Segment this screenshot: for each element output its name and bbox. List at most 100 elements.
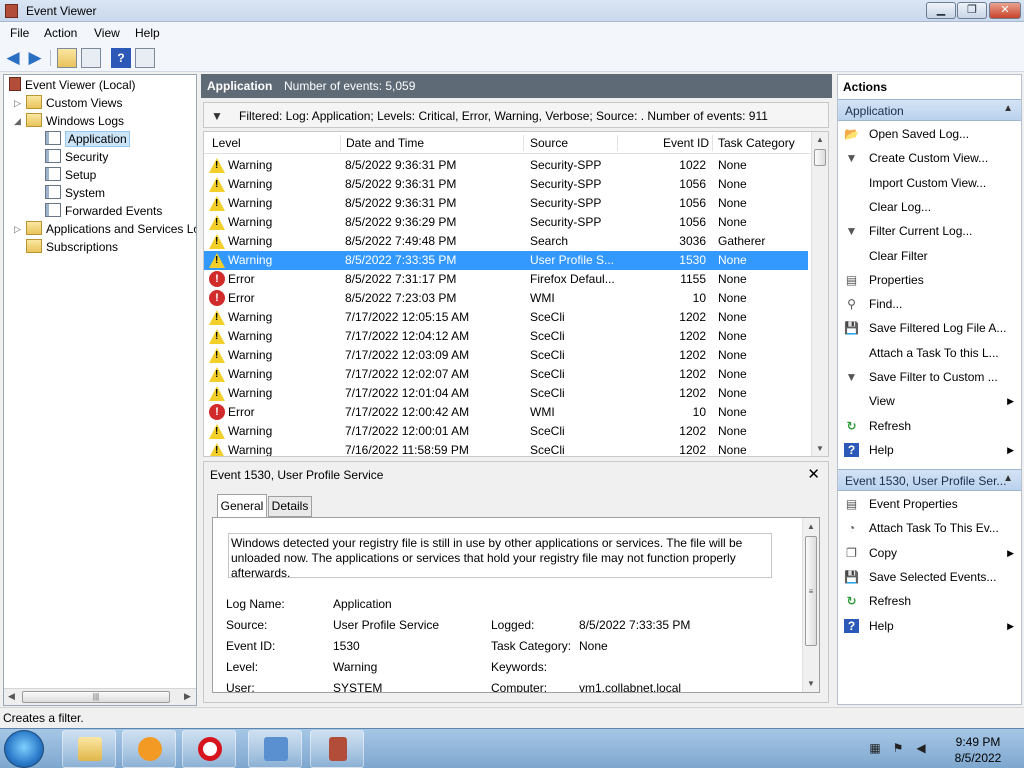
action-help[interactable]: ? Help ▶ bbox=[838, 438, 1021, 462]
column-source[interactable]: Source bbox=[530, 136, 568, 150]
menu-help[interactable]: Help bbox=[135, 26, 160, 40]
scroll-up-icon[interactable]: ▲ bbox=[807, 522, 815, 531]
show-hide-tree-icon[interactable] bbox=[81, 48, 101, 68]
close-icon[interactable]: ✕ bbox=[807, 465, 820, 483]
tree-item-setup[interactable]: Setup bbox=[45, 166, 96, 184]
detail-vertical-scrollbar[interactable]: ▲ ≡ ▼ bbox=[802, 518, 819, 692]
expand-arrow-icon[interactable]: ▷ bbox=[14, 94, 21, 112]
network-tray-icon[interactable]: ▦ bbox=[868, 741, 882, 755]
taskbar-explorer[interactable] bbox=[62, 730, 116, 768]
table-row[interactable]: Warning 8/5/2022 9:36:31 PM Security-SPP 10… bbox=[204, 175, 808, 194]
scroll-down-icon[interactable]: ▼ bbox=[816, 444, 824, 453]
taskbar-opera[interactable] bbox=[182, 730, 236, 768]
table-row[interactable]: Warning 7/17/2022 12:03:09 AM SceCli 1202 No… bbox=[204, 346, 808, 365]
show-hide-actions-icon[interactable] bbox=[135, 48, 155, 68]
cell-event-id: 3036 bbox=[679, 234, 706, 248]
cell-level: Warning bbox=[228, 367, 273, 381]
tree-horizontal-scrollbar[interactable]: ◀ ||| ▶ bbox=[4, 688, 196, 705]
table-row[interactable]: Warning 8/5/2022 9:36:29 PM Security-SPP 10… bbox=[204, 213, 808, 232]
column-level[interactable]: Level bbox=[212, 136, 241, 150]
table-row[interactable]: Warning 7/17/2022 12:04:12 AM SceCli 1202 No… bbox=[204, 327, 808, 346]
table-row[interactable]: ! Error 8/5/2022 7:31:17 PM Firefox Defaul.… bbox=[204, 270, 808, 289]
column-task-category[interactable]: Task Category bbox=[718, 136, 795, 150]
action-refresh[interactable]: ↻ Refresh bbox=[838, 414, 1021, 438]
minimize-button[interactable]: ▁ bbox=[926, 2, 956, 19]
action-open-saved-log[interactable]: 📂 Open Saved Log... bbox=[838, 122, 1021, 146]
expand-arrow-icon[interactable]: ▷ bbox=[14, 220, 21, 238]
collapse-caret-icon[interactable]: ▲ bbox=[1003, 473, 1013, 484]
action-save-filter-to-custom[interactable]: ▼ Save Filter to Custom ... bbox=[838, 365, 1021, 389]
tree-item-applications-and-services[interactable]: ▷ Applications and Services Lo bbox=[14, 220, 196, 238]
maximize-button[interactable]: ❐ bbox=[957, 2, 987, 19]
action-refresh[interactable]: ↻ Refresh bbox=[838, 589, 1021, 613]
menu-view[interactable]: View bbox=[94, 26, 120, 40]
back-arrow-icon[interactable]: ◀ bbox=[3, 48, 23, 68]
action-clear-filter[interactable]: Clear Filter bbox=[838, 244, 1021, 268]
scroll-up-icon[interactable]: ▲ bbox=[816, 135, 824, 144]
table-row[interactable]: Warning 8/5/2022 7:33:35 PM User Profile S… bbox=[204, 251, 808, 270]
action-save-filtered-log-file-a[interactable]: 💾 Save Filtered Log File A... bbox=[838, 316, 1021, 340]
action-filter-current-log[interactable]: ▼ Filter Current Log... bbox=[838, 219, 1021, 243]
scroll-thumb[interactable]: ≡ bbox=[805, 536, 817, 646]
tree-item-application[interactable]: Application bbox=[45, 130, 130, 148]
table-row[interactable]: Warning 7/17/2022 12:05:15 AM SceCli 1202 No… bbox=[204, 308, 808, 327]
help-icon[interactable]: ? bbox=[111, 48, 131, 68]
taskbar-clock[interactable]: 9:49 PM 8/5/2022 bbox=[938, 734, 1018, 766]
action-save-selected-events[interactable]: 💾 Save Selected Events... bbox=[838, 565, 1021, 589]
action-attach-task-to-this-ev[interactable]: ◔ Attach Task To This Ev... bbox=[838, 516, 1021, 540]
scroll-right-icon[interactable]: ▶ bbox=[184, 691, 191, 702]
action-event-properties[interactable]: ▤ Event Properties bbox=[838, 492, 1021, 516]
table-row[interactable]: Warning 7/16/2022 11:58:59 PM SceCli 1202 No… bbox=[204, 441, 808, 456]
tab-details[interactable]: Details bbox=[268, 496, 312, 517]
scroll-thumb[interactable] bbox=[814, 149, 826, 166]
taskbar-media-player[interactable] bbox=[122, 730, 176, 768]
table-row[interactable]: ! Error 7/17/2022 12:00:42 AM WMI 10 None bbox=[204, 403, 808, 422]
tree-item-forwarded-events[interactable]: Forwarded Events bbox=[45, 202, 162, 220]
scroll-down-icon[interactable]: ▼ bbox=[807, 679, 815, 688]
action-import-custom-view[interactable]: Import Custom View... bbox=[838, 171, 1021, 195]
table-row[interactable]: ! Error 8/5/2022 7:23:03 PM WMI 10 None bbox=[204, 289, 808, 308]
scroll-left-icon[interactable]: ◀ bbox=[8, 691, 15, 702]
column-event-id[interactable]: Event ID bbox=[663, 136, 709, 150]
taskbar-network[interactable] bbox=[248, 730, 302, 768]
tree-item-system[interactable]: System bbox=[45, 184, 105, 202]
tab-general[interactable]: General bbox=[217, 494, 267, 518]
tree-item-windows-logs[interactable]: ◢ Windows Logs bbox=[14, 112, 124, 130]
action-properties[interactable]: ▤ Properties bbox=[838, 268, 1021, 292]
collapse-arrow-icon[interactable]: ◢ bbox=[14, 112, 21, 130]
action-find[interactable]: ⚲ Find... bbox=[838, 292, 1021, 316]
start-button[interactable] bbox=[4, 730, 44, 768]
volume-icon[interactable]: ◀ bbox=[914, 741, 928, 755]
action-create-custom-view[interactable]: ▼ Create Custom View... bbox=[838, 146, 1021, 170]
menu-bar: File Action View Help bbox=[0, 22, 1024, 44]
menu-action[interactable]: Action bbox=[44, 26, 77, 40]
taskbar-event-viewer[interactable] bbox=[310, 730, 364, 768]
action-help[interactable]: ? Help ▶ bbox=[838, 614, 1021, 638]
up-folder-icon[interactable] bbox=[57, 48, 77, 68]
tree-item-security[interactable]: Security bbox=[45, 148, 108, 166]
actions-section-application[interactable]: Application ▲ bbox=[838, 99, 1021, 121]
event-list-vertical-scrollbar[interactable]: ▲ ▼ bbox=[811, 132, 828, 456]
tree-item-custom-views[interactable]: ▷ Custom Views bbox=[14, 94, 122, 112]
table-row[interactable]: Warning 8/5/2022 7:49:48 PM Search 3036 Gath… bbox=[204, 232, 808, 251]
table-row[interactable]: Warning 7/17/2022 12:00:01 AM SceCli 1202 No… bbox=[204, 422, 808, 441]
column-date-time[interactable]: Date and Time bbox=[346, 136, 424, 150]
forward-arrow-icon[interactable]: ▶ bbox=[25, 48, 45, 68]
action-copy[interactable]: ❐ Copy ▶ bbox=[838, 541, 1021, 565]
close-button[interactable]: ✕ bbox=[989, 2, 1021, 19]
scroll-thumb[interactable]: ||| bbox=[22, 691, 170, 703]
table-row[interactable]: Warning 8/5/2022 9:36:31 PM Security-SPP 10… bbox=[204, 156, 808, 175]
tree-item-subscriptions[interactable]: Subscriptions bbox=[26, 238, 118, 256]
action-view[interactable]: View ▶ bbox=[838, 389, 1021, 413]
action-center-icon[interactable]: ⚑ bbox=[891, 741, 905, 755]
menu-file[interactable]: File bbox=[10, 26, 29, 40]
collapse-caret-icon[interactable]: ▲ bbox=[1003, 103, 1013, 114]
action-attach-a-task-to-this-l[interactable]: Attach a Task To this L... bbox=[838, 341, 1021, 365]
tree-item-event-viewer-local[interactable]: Event Viewer (Local) bbox=[9, 76, 136, 94]
event-description[interactable]: Windows detected your registry file is s… bbox=[228, 533, 772, 578]
table-row[interactable]: Warning 7/17/2022 12:01:04 AM SceCli 1202 No… bbox=[204, 384, 808, 403]
actions-section-event[interactable]: Event 1530, User Profile Ser... ▲ bbox=[838, 469, 1021, 491]
table-row[interactable]: Warning 8/5/2022 9:36:31 PM Security-SPP 10… bbox=[204, 194, 808, 213]
table-row[interactable]: Warning 7/17/2022 12:02:07 AM SceCli 1202 No… bbox=[204, 365, 808, 384]
action-clear-log[interactable]: Clear Log... bbox=[838, 195, 1021, 219]
